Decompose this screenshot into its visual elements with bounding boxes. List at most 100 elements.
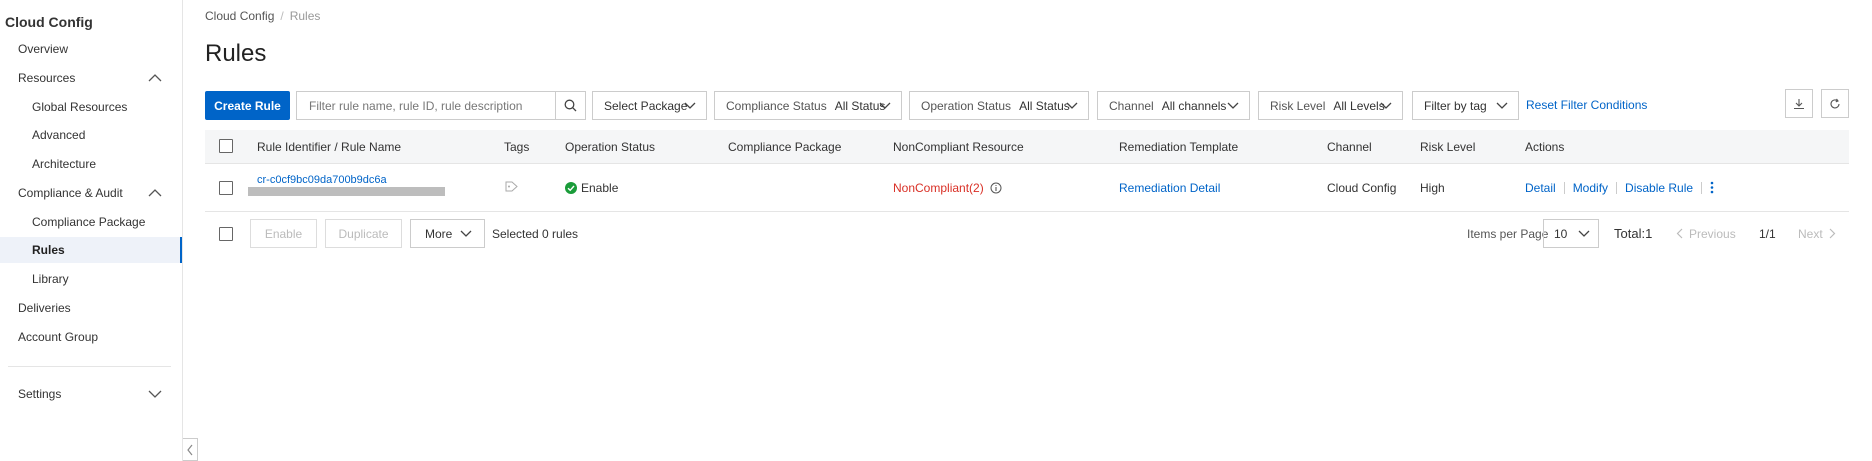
chevron-left-icon [187,444,193,455]
channel-cell: Cloud Config [1327,181,1397,195]
breadcrumb-separator: / [280,9,284,23]
sidebar-item-library[interactable]: Library [0,266,182,292]
download-button[interactable] [1785,89,1813,118]
sidebar-item-rules[interactable]: Rules [0,237,182,263]
sidebar-title: Cloud Config [5,14,93,30]
compliance-status-label: Compliance Status [726,98,827,113]
refresh-button[interactable] [1821,89,1849,118]
channel-label: Channel [1109,98,1154,113]
selected-count: Selected 0 rules [492,227,579,241]
risk-level-dropdown[interactable]: Risk Level All Levels [1258,91,1403,120]
sidebar-item-advanced[interactable]: Advanced [0,122,182,148]
more-vertical-icon[interactable] [1710,181,1714,194]
sidebar-divider [8,366,171,367]
reset-filter-link[interactable]: Reset Filter Conditions [1526,98,1647,112]
risk-level-cell: High [1420,181,1445,195]
tag-icon[interactable] [505,181,518,192]
search-button[interactable] [555,92,585,119]
sidebar-item-compliance-package[interactable]: Compliance Package [0,209,182,235]
chevron-down-icon [1227,102,1239,109]
table-row: cr-c0cf9bc09da700b9dc6a Enable NonCompli… [205,164,1849,212]
action-separator [1616,182,1618,194]
previous-button[interactable]: Previous [1676,227,1736,241]
action-separator [1563,182,1565,194]
risk-level-value: All Levels [1333,98,1385,113]
modify-link[interactable]: Modify [1573,181,1608,195]
sidebar-item-label: Settings [18,387,62,401]
info-icon[interactable] [990,182,1002,194]
chevron-down-icon [1496,102,1508,109]
items-per-page-select[interactable]: 10 [1543,219,1599,248]
sidebar-item-resources[interactable]: Resources [0,65,182,91]
detail-link[interactable]: Detail [1525,181,1556,195]
sidebar-item-global-resources[interactable]: Global Resources [0,94,182,120]
noncompliant-cell[interactable]: NonCompliant(2) [893,181,1002,195]
select-package-dropdown[interactable]: Select Package [592,91,707,120]
previous-label: Previous [1689,227,1736,241]
page-indicator: 1/1 [1759,227,1776,241]
compliance-status-dropdown[interactable]: Compliance Status All Status [714,91,902,120]
sidebar-item-overview[interactable]: Overview [0,36,182,62]
select-all-checkbox[interactable] [219,139,233,153]
chevron-down-icon [1578,230,1590,237]
channel-dropdown[interactable]: Channel All channels [1097,91,1250,120]
sidebar: Cloud Config Overview Resources Global R… [0,0,183,461]
enable-button[interactable]: Enable [250,219,317,248]
rule-id-link[interactable]: cr-c0cf9bc09da700b9dc6a [257,174,387,186]
sidebar-item-settings[interactable]: Settings [0,381,182,407]
check-circle-icon [565,182,577,194]
sidebar-item-label: Resources [18,71,76,85]
duplicate-button[interactable]: Duplicate [325,219,402,248]
column-header-channel: Channel [1327,140,1372,154]
actions-cell: Detail Modify Disable Rule [1525,181,1714,195]
column-header-risk-level: Risk Level [1420,140,1476,154]
breadcrumb-current: Rules [289,9,321,23]
chevron-left-icon [1676,228,1683,239]
items-per-page-value: 10 [1554,226,1568,241]
operation-status-dropdown[interactable]: Operation Status All Status [909,91,1089,120]
risk-level-label: Risk Level [1270,98,1326,113]
remediation-detail-link[interactable]: Remediation Detail [1119,181,1220,195]
search-box [296,91,586,120]
table-header: Rule Identifier / Rule Name Tags Operati… [205,130,1849,164]
chevron-down-icon [879,102,891,109]
operation-status-value: All Status [1019,98,1070,113]
refresh-icon [1830,98,1840,108]
create-rule-button[interactable]: Create Rule [205,91,290,120]
redacted-rule-name [248,187,445,196]
sidebar-collapse-button[interactable] [183,438,198,461]
sidebar-item-compliance-audit[interactable]: Compliance & Audit [0,180,182,206]
column-header-operation-status: Operation Status [565,140,656,154]
page-title: Rules [205,40,267,67]
chevron-down-icon [1066,102,1078,109]
total-count: Total:1 [1614,226,1653,241]
row-checkbox[interactable] [219,181,233,195]
compliance-status-value: All Status [834,98,886,113]
chevron-right-icon [1829,228,1836,239]
column-header-tags: Tags [504,140,530,154]
noncompliant-link[interactable]: NonCompliant(2) [893,181,984,195]
disable-rule-link[interactable]: Disable Rule [1625,181,1693,195]
more-dropdown[interactable]: More [410,219,485,248]
column-header-rule: Rule Identifier / Rule Name [257,140,402,154]
column-header-noncompliant: NonCompliant Resource [893,140,1024,154]
breadcrumb-root[interactable]: Cloud Config [205,9,274,23]
chevron-down-icon [148,390,162,398]
search-input[interactable] [297,92,556,119]
action-separator [1701,182,1703,194]
column-header-remediation: Remediation Template [1119,140,1239,154]
column-header-actions: Actions [1525,140,1565,154]
footer-select-all-checkbox[interactable] [219,227,233,241]
operation-status-cell: Enable [565,181,618,195]
chevron-up-icon [148,74,162,82]
sidebar-item-architecture[interactable]: Architecture [0,151,182,177]
chevron-up-icon [148,189,162,197]
sidebar-item-account-group[interactable]: Account Group [0,324,182,350]
column-header-compliance-package: Compliance Package [728,140,842,154]
next-button[interactable]: Next [1798,227,1836,241]
more-label: More [425,226,453,241]
chevron-down-icon [1380,102,1392,109]
sidebar-item-deliveries[interactable]: Deliveries [0,295,182,321]
sidebar-item-label: Compliance & Audit [18,186,123,200]
filter-by-tag-dropdown[interactable]: Filter by tag [1412,91,1519,120]
